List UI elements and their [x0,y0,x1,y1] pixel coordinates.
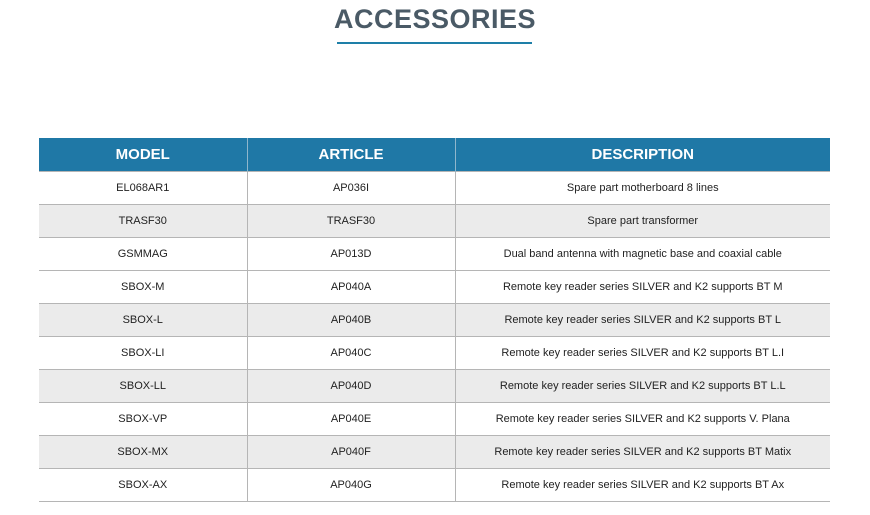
article-cell: AP013D [246,237,455,271]
article-cell: TRASF30 [246,204,455,238]
model-cell: SBOX-LI [39,336,247,370]
table-row: TRASF30 TRASF30 Spare part transformer [39,204,830,238]
model-cell: SBOX-VP [39,402,247,436]
description-cell: Remote key reader series SILVER and K2 s… [454,336,830,370]
table-row: SBOX-AX AP040G Remote key reader series … [39,468,830,502]
model-cell: SBOX-L [39,303,247,337]
accessories-page: ACCESSORIES MODEL ARTICLE DESCRIPTION EL… [0,0,870,515]
description-cell: Remote key reader series SILVER and K2 s… [454,468,830,502]
column-header-article: ARTICLE [246,138,455,172]
article-cell: AP040G [246,468,455,502]
column-header-description: DESCRIPTION [454,138,830,172]
description-cell: Remote key reader series SILVER and K2 s… [454,270,830,304]
title-underline [337,42,532,44]
page-title: ACCESSORIES [333,4,537,34]
description-cell: Remote key reader series SILVER and K2 s… [454,435,830,469]
table-header-row: MODEL ARTICLE DESCRIPTION [39,138,830,172]
description-cell: Dual band antenna with magnetic base and… [454,237,830,271]
model-cell: SBOX-MX [39,435,247,469]
model-cell: SBOX-LL [39,369,247,403]
table-row: SBOX-L AP040B Remote key reader series S… [39,303,830,337]
article-cell: AP036I [246,171,455,205]
description-cell: Spare part motherboard 8 lines [454,171,830,205]
accessories-table: MODEL ARTICLE DESCRIPTION EL068AR1 AP036… [39,138,830,502]
table-row: EL068AR1 AP036I Spare part motherboard 8… [39,171,830,205]
article-cell: AP040D [246,369,455,403]
article-cell: AP040A [246,270,455,304]
description-cell: Remote key reader series SILVER and K2 s… [454,369,830,403]
article-cell: AP040C [246,336,455,370]
table-row: SBOX-VP AP040E Remote key reader series … [39,402,830,436]
article-cell: AP040E [246,402,455,436]
article-cell: AP040B [246,303,455,337]
table-row: SBOX-M AP040A Remote key reader series S… [39,270,830,304]
table-row: GSMMAG AP013D Dual band antenna with mag… [39,237,830,271]
article-cell: AP040F [246,435,455,469]
table-row: SBOX-LI AP040C Remote key reader series … [39,336,830,370]
column-header-model: MODEL [39,138,247,172]
model-cell: SBOX-AX [39,468,247,502]
table-row: SBOX-LL AP040D Remote key reader series … [39,369,830,403]
model-cell: EL068AR1 [39,171,247,205]
description-cell: Remote key reader series SILVER and K2 s… [454,402,830,436]
description-cell: Spare part transformer [454,204,830,238]
model-cell: SBOX-M [39,270,247,304]
table-row: SBOX-MX AP040F Remote key reader series … [39,435,830,469]
description-cell: Remote key reader series SILVER and K2 s… [454,303,830,337]
model-cell: TRASF30 [39,204,247,238]
model-cell: GSMMAG [39,237,247,271]
